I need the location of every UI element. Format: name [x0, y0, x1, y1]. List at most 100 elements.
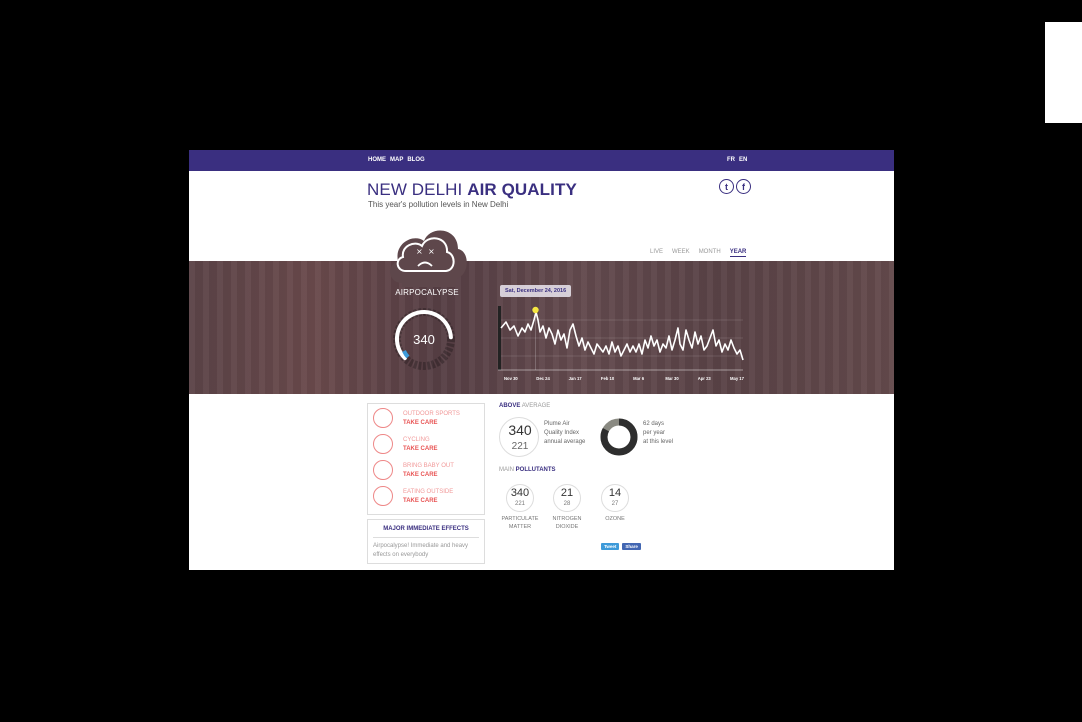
chart-tick-label: Apr 23 [698, 376, 712, 381]
pollutant-no2: 21 28 NITROGEN DIOXIDE [546, 484, 588, 531]
rec-title: OUTDOOR SPORTS [403, 411, 460, 417]
cycling-icon [373, 434, 393, 454]
nav-map-link[interactable]: MAP [390, 157, 403, 163]
pollutant-circle: 14 27 [601, 484, 629, 512]
days-donut-chart [600, 418, 638, 456]
pollutant-average: 27 [611, 501, 619, 507]
effects-text: Airpocalypse! Immediate and heavy effect… [373, 543, 469, 558]
share-buttons: Tweet Share [601, 543, 641, 550]
social-links: t f [719, 179, 751, 194]
pollutant-name-line: PARTICULATE [501, 516, 539, 522]
chart-tick-label: Mar 30 [665, 376, 679, 381]
pollutants-heading-bold: POLLUTANTS [515, 467, 556, 473]
activity-recommendations: OUTDOOR SPORTS TAKE CARE CYCLING TAKE CA… [367, 403, 485, 515]
average-heading-light: AVERAGE [521, 403, 551, 409]
web-page: HOME MAP BLOG FR EN NEW DELHI AIR QUALIT… [189, 150, 894, 570]
pollutant-name: OZONE [594, 515, 636, 523]
tab-live[interactable]: LIVE [650, 249, 663, 257]
facebook-icon[interactable]: f [736, 179, 751, 194]
pollutant-circle: 340 221 [506, 484, 534, 512]
chart-tick-label: Nov 30 [504, 376, 518, 381]
time-range-tabs: LIVE WEEK MONTH YEAR [650, 249, 747, 257]
lang-fr-link[interactable]: FR [727, 157, 735, 163]
chart-tick-label: Feb 10 [601, 376, 615, 381]
rec-status: TAKE CARE [403, 472, 438, 478]
tab-month[interactable]: MONTH [699, 249, 721, 257]
aqi-comparison-circle: 340 221 [499, 417, 539, 457]
rec-status: TAKE CARE [403, 446, 438, 452]
rec-title: BRING BABY OUT [403, 463, 454, 469]
twitter-icon[interactable]: t [719, 179, 734, 194]
rec-status: TAKE CARE [403, 420, 438, 426]
screen: HOME MAP BLOG FR EN NEW DELHI AIR QUALIT… [0, 0, 1082, 722]
pollutants-heading: MAIN POLLUTANTS [499, 467, 556, 473]
title-emphasis: AIR QUALITY [467, 180, 577, 199]
pollutant-average: 28 [563, 501, 571, 507]
days-desc-line: per year [643, 430, 666, 436]
tweet-button[interactable]: Tweet [601, 543, 620, 550]
aqi-value: 340 [413, 332, 435, 347]
divider [373, 537, 479, 538]
nav-blog-link[interactable]: BLOG [407, 157, 424, 163]
language-switcher: FR EN [727, 157, 747, 163]
current-aqi: 340 [508, 422, 532, 438]
svg-text:×: × [428, 247, 435, 256]
aqi-status-label: AIRPOCALYPSE [395, 288, 459, 297]
chart-tick-label: Mar 6 [633, 376, 645, 381]
aqi-description: Plume Air Quality Index annual average [544, 420, 586, 447]
aqi-desc-line: Quality Index [544, 430, 580, 436]
aqi-timeline-chart[interactable]: Nov 30 Dec 24 Jan 17 Feb 10 Mar 6 Mar 30 Apr 2… [498, 300, 748, 385]
sports-icon [373, 408, 393, 428]
dining-icon [373, 486, 393, 506]
rec-title: EATING OUTSIDE [403, 489, 454, 495]
chart-tick-label: May 17 [730, 376, 745, 381]
chart-tick-label: Jan 17 [569, 376, 583, 381]
rec-eating-outside[interactable]: EATING OUTSIDE TAKE CARE [373, 486, 483, 510]
aqi-desc-line: Plume Air [544, 421, 570, 427]
pollutant-name: PARTICULATE MATTER [499, 515, 541, 531]
svg-text:×: × [416, 247, 423, 256]
rec-cycling[interactable]: CYCLING TAKE CARE [373, 434, 483, 458]
baby-icon [373, 460, 393, 480]
effects-title: MAJOR IMMEDIATE EFFECTS [383, 526, 469, 532]
pollutant-name-line: OZONE [605, 516, 625, 522]
days-description: 62 days per year at this level [643, 420, 683, 447]
average-heading: ABOVE AVERAGE [499, 403, 550, 409]
pollutant-value: 21 [560, 487, 574, 499]
lang-en-link[interactable]: EN [739, 157, 747, 163]
sad-cloud-icon: × × [390, 230, 467, 287]
chart-tick-label: Dec 24 [536, 376, 550, 381]
days-desc-line: at this level [643, 439, 674, 445]
days-desc-line: 62 days [643, 421, 665, 427]
selected-date-tooltip: Sat, December 24, 2016 [500, 285, 572, 297]
pollutant-name-line: DIOXIDE [555, 524, 579, 530]
page-subtitle: This year's pollution levels in New Delh… [368, 200, 509, 209]
pollutant-name: NITROGEN DIOXIDE [546, 515, 588, 531]
average-heading-bold: ABOVE [499, 403, 521, 409]
title-city: NEW DELHI [367, 180, 463, 199]
facebook-share-button[interactable]: Share [622, 543, 641, 550]
tab-week[interactable]: WEEK [672, 249, 690, 257]
tab-year[interactable]: YEAR [729, 249, 747, 257]
side-panel [1045, 22, 1082, 123]
aqi-desc-line: annual average [544, 439, 586, 445]
selected-point-marker [532, 306, 539, 314]
page-title: NEW DELHI AIR QUALITY [367, 180, 577, 200]
pollutant-value: 340 [510, 487, 530, 499]
effects-panel: MAJOR IMMEDIATE EFFECTS Airpocalypse! Im… [367, 519, 485, 564]
pollutant-circle: 21 28 [553, 484, 581, 512]
nav-home-link[interactable]: HOME [368, 157, 386, 163]
annual-aqi: 221 [511, 441, 529, 452]
pollutant-average: 221 [514, 501, 525, 507]
rec-outdoor-sports[interactable]: OUTDOOR SPORTS TAKE CARE [373, 408, 483, 432]
pollutant-value: 14 [608, 487, 622, 499]
pollutant-name-line: NITROGEN [552, 516, 582, 522]
pollutant-pm: 340 221 PARTICULATE MATTER [499, 484, 541, 531]
rec-status: TAKE CARE [403, 498, 438, 504]
pollutant-ozone: 14 27 OZONE [594, 484, 636, 523]
nav-links: HOME MAP BLOG [368, 157, 425, 163]
rec-baby-out[interactable]: BRING BABY OUT TAKE CARE [373, 460, 483, 484]
pollutant-name-line: MATTER [508, 524, 532, 530]
top-nav: HOME MAP BLOG FR EN [189, 150, 894, 171]
pollutants-heading-light: MAIN [499, 467, 514, 473]
